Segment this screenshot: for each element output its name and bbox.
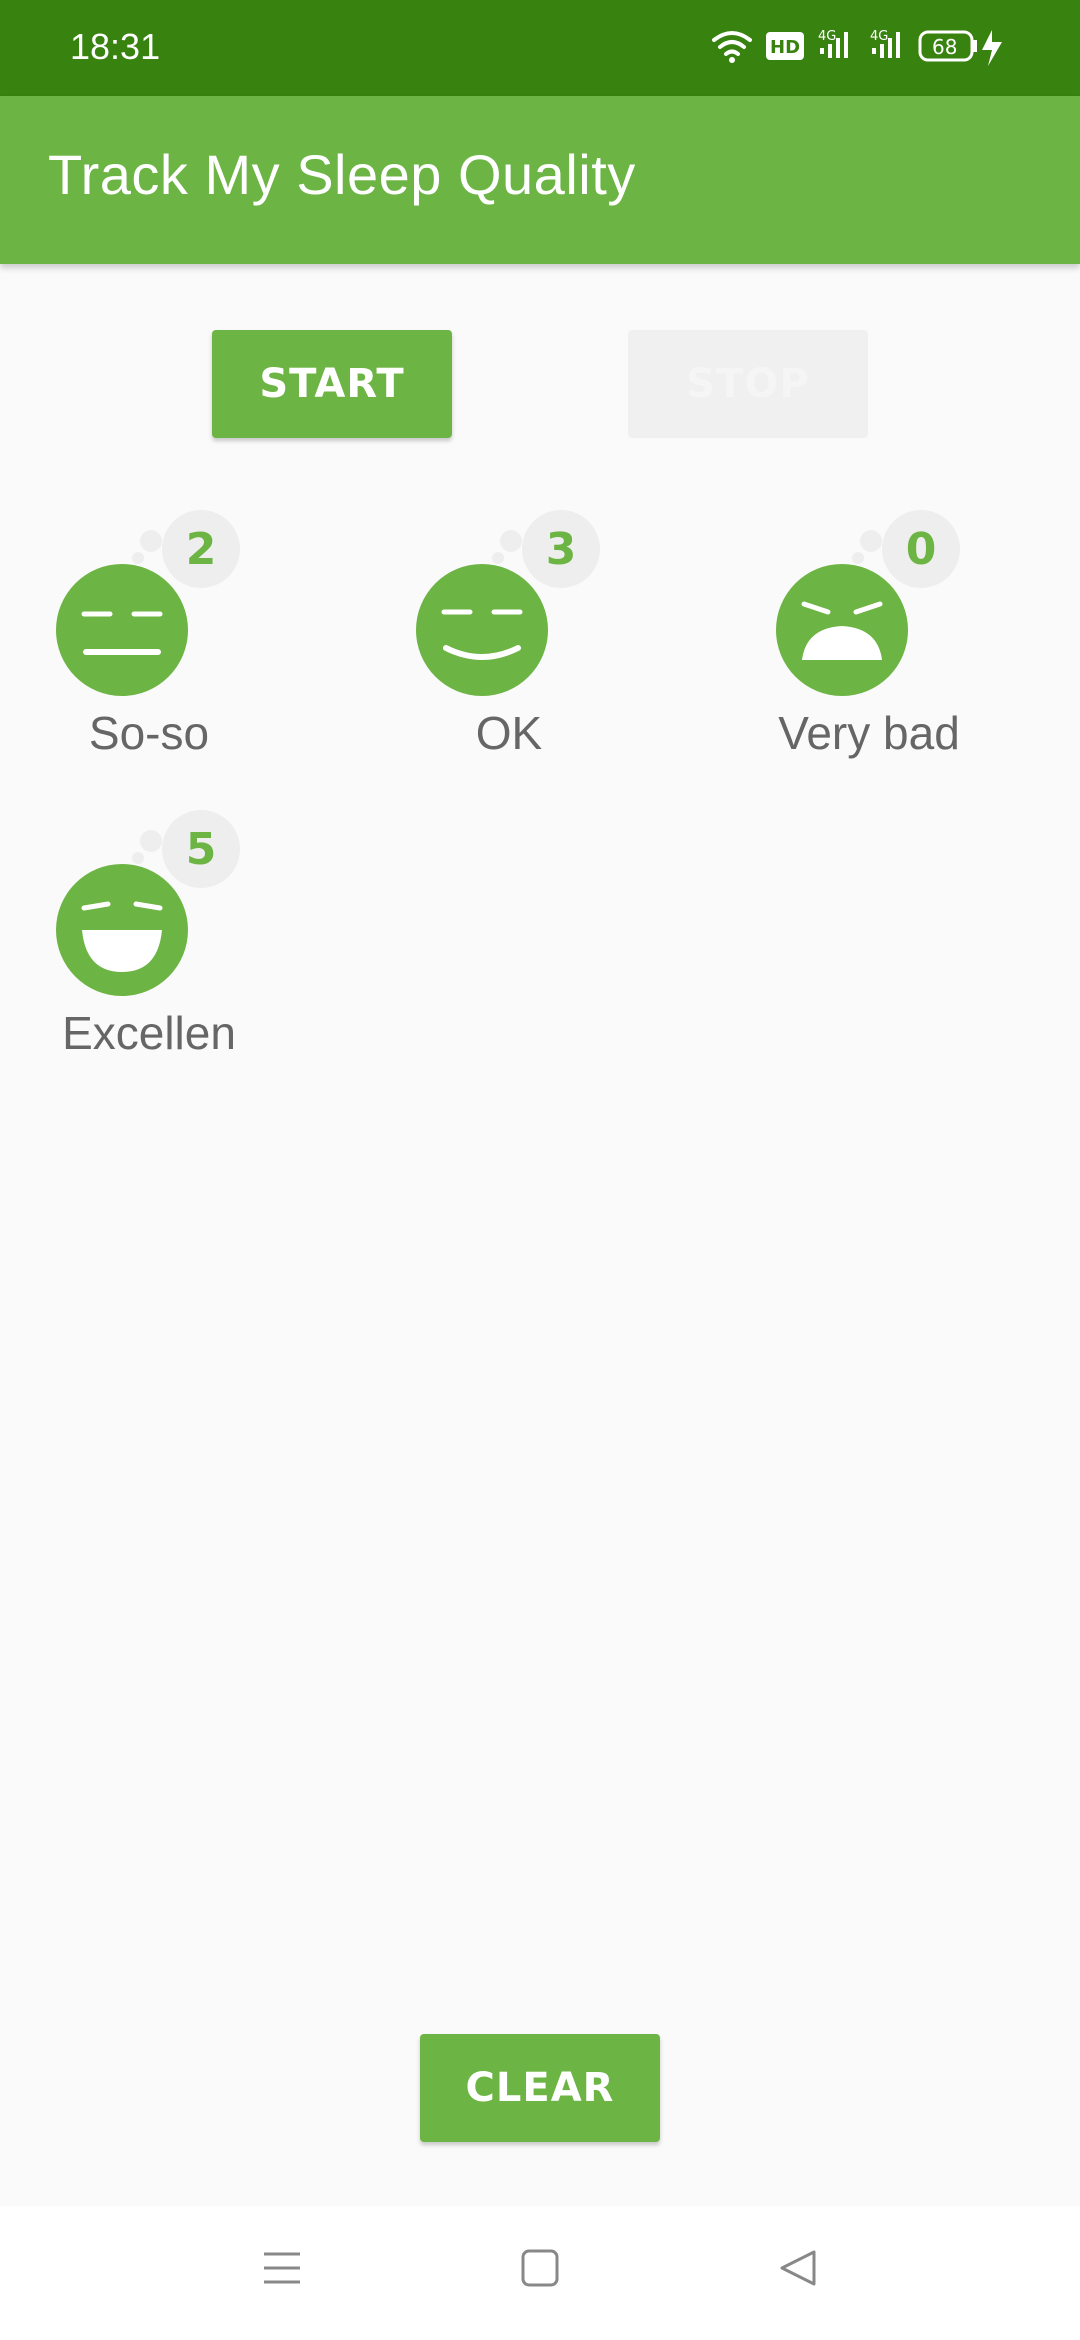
night-item[interactable]: 5 Excellen bbox=[4, 810, 364, 1110]
status-time: 18:31 bbox=[70, 26, 161, 67]
hd-label: HD bbox=[770, 37, 800, 58]
thought-bubble bbox=[140, 530, 162, 552]
night-quality-label: Excellen bbox=[62, 1007, 236, 1059]
app-bar: Track My Sleep Quality bbox=[0, 96, 1080, 264]
system-nav-bar bbox=[0, 2206, 1080, 2340]
network-label-1: 4G bbox=[818, 29, 836, 44]
night-item[interactable]: 0 Very bad bbox=[724, 510, 1080, 810]
night-item[interactable]: 2 So-so bbox=[4, 510, 364, 810]
night-item[interactable]: 3 OK bbox=[364, 510, 724, 810]
start-button[interactable]: START bbox=[212, 330, 452, 438]
charging-icon bbox=[982, 30, 1002, 66]
home-icon[interactable] bbox=[520, 2248, 560, 2288]
network-label-2: 4G bbox=[870, 29, 888, 44]
back-icon[interactable] bbox=[778, 2248, 818, 2288]
battery-level: 68 bbox=[932, 35, 957, 59]
status-bar: 18:31 HD 4G 4G 68 bbox=[0, 0, 1080, 96]
ok-face-icon bbox=[416, 564, 548, 696]
hd-icon: HD bbox=[766, 32, 804, 60]
cell-signal-icon-1: 4G bbox=[818, 29, 848, 58]
excellent-face-icon bbox=[56, 864, 188, 996]
very-bad-face-icon bbox=[776, 564, 908, 696]
night-quality-label: OK bbox=[475, 707, 543, 759]
page-title: Track My Sleep Quality bbox=[48, 143, 636, 206]
battery-icon: 68 bbox=[918, 30, 977, 62]
status-icons: HD 4G 4G 68 bbox=[710, 26, 1040, 70]
menu-icon[interactable] bbox=[262, 2248, 302, 2288]
thought-bubble bbox=[140, 830, 162, 852]
thought-bubble bbox=[860, 530, 882, 552]
clear-button[interactable]: CLEAR bbox=[420, 2034, 660, 2142]
night-quality-label: So-so bbox=[88, 707, 210, 759]
cell-signal-icon-2: 4G bbox=[870, 29, 900, 58]
wifi-icon bbox=[712, 31, 752, 63]
stop-button[interactable]: STOP bbox=[628, 330, 868, 438]
thought-bubble bbox=[500, 530, 522, 552]
night-quality-label: Very bad bbox=[778, 707, 960, 759]
so-so-face-icon bbox=[56, 564, 188, 696]
